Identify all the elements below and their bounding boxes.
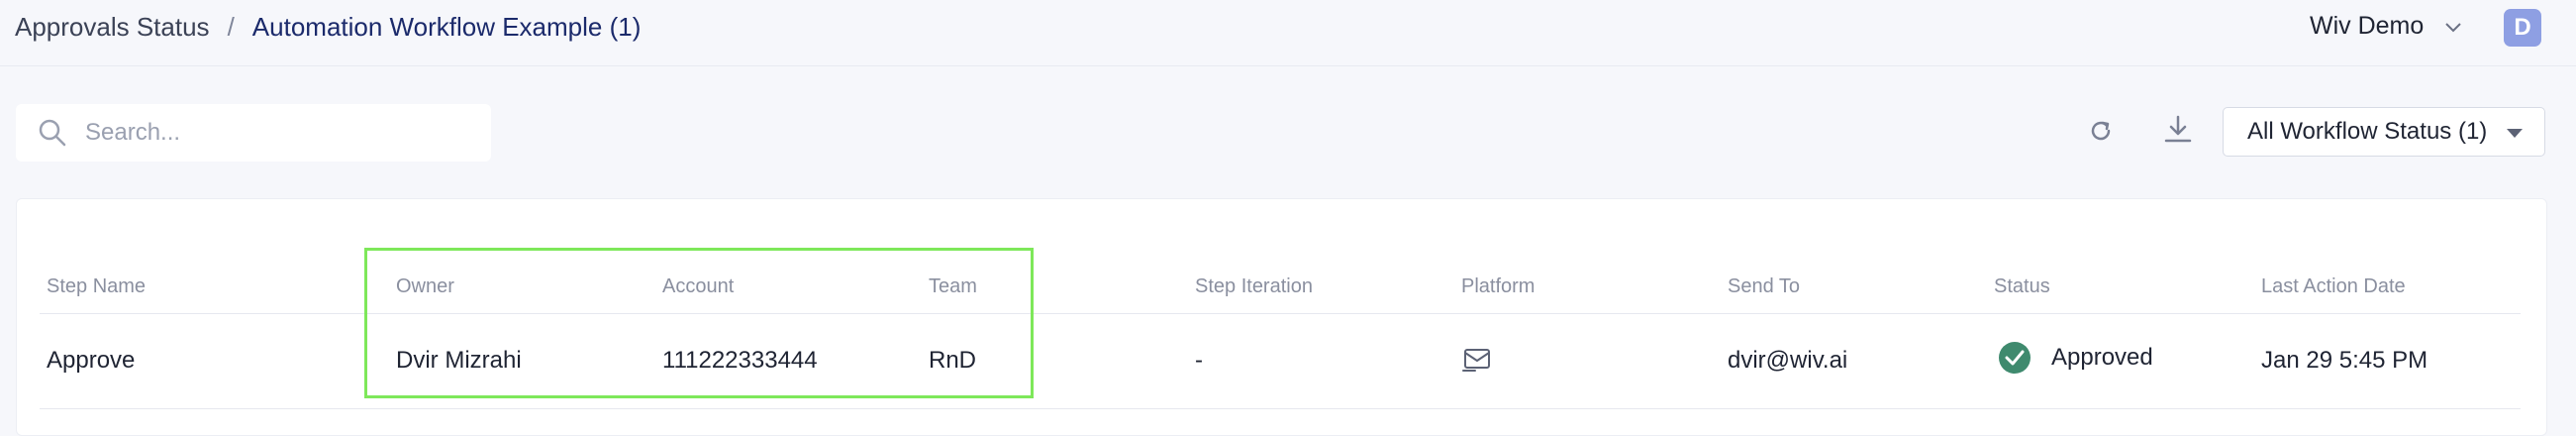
approvals-table [16, 198, 2547, 436]
cell-owner: Dvir Mizrahi [396, 347, 522, 374]
mail-icon [1462, 349, 1490, 372]
header-divider [40, 313, 2521, 314]
column-header-step-iteration[interactable]: Step Iteration [1195, 275, 1313, 298]
row-divider [40, 408, 2521, 409]
org-name: Wiv Demo [2310, 12, 2425, 40]
download-icon [2164, 115, 2192, 143]
avatar[interactable]: D [2504, 9, 2541, 47]
column-header-step-name[interactable]: Step Name [47, 275, 146, 298]
search-input[interactable] [83, 118, 483, 148]
cell-account: 111222333444 [662, 347, 818, 374]
column-header-send-to[interactable]: Send To [1728, 275, 1800, 298]
page-title: Automation Workflow Example (1) [251, 12, 642, 42]
cell-team: RnD [929, 347, 977, 374]
caret-down-icon [2507, 129, 2523, 138]
refresh-icon [2091, 121, 2111, 141]
column-header-last-action-date[interactable]: Last Action Date [2261, 275, 2406, 298]
workflow-status-filter-value: All Workflow Status (1) [2247, 118, 2488, 145]
column-header-platform[interactable]: Platform [1461, 275, 1535, 298]
workflow-status-filter[interactable]: All Workflow Status (1) [2223, 107, 2545, 157]
org-switcher[interactable]: Wiv Demo [2310, 12, 2465, 41]
cell-send-to: dvir@wiv.ai [1728, 347, 1848, 374]
column-header-team[interactable]: Team [929, 275, 977, 298]
column-header-account[interactable]: Account [662, 275, 734, 298]
refresh-button[interactable] [2081, 111, 2121, 151]
breadcrumb: Approvals Status / Automation Workflow E… [15, 12, 641, 43]
download-button[interactable] [2158, 109, 2198, 149]
search-box[interactable] [16, 104, 491, 162]
cell-step-iteration: - [1195, 347, 1203, 374]
top-bar: Approvals Status / Automation Workflow E… [0, 0, 2576, 66]
column-header-status[interactable]: Status [1994, 275, 2050, 298]
check-circle-icon [1999, 342, 2031, 374]
search-icon [39, 119, 66, 147]
breadcrumb-approvals-status[interactable]: Approvals Status [15, 12, 210, 43]
chevron-down-icon [2445, 22, 2462, 32]
column-header-owner[interactable]: Owner [396, 275, 454, 298]
cell-status: Approved [1998, 341, 2153, 375]
cell-last-action-date: Jan 29 5:45 PM [2261, 347, 2428, 374]
status-badge: Approved [2051, 344, 2153, 371]
cell-step-name: Approve [47, 347, 136, 374]
breadcrumb-separator: / [227, 12, 235, 42]
